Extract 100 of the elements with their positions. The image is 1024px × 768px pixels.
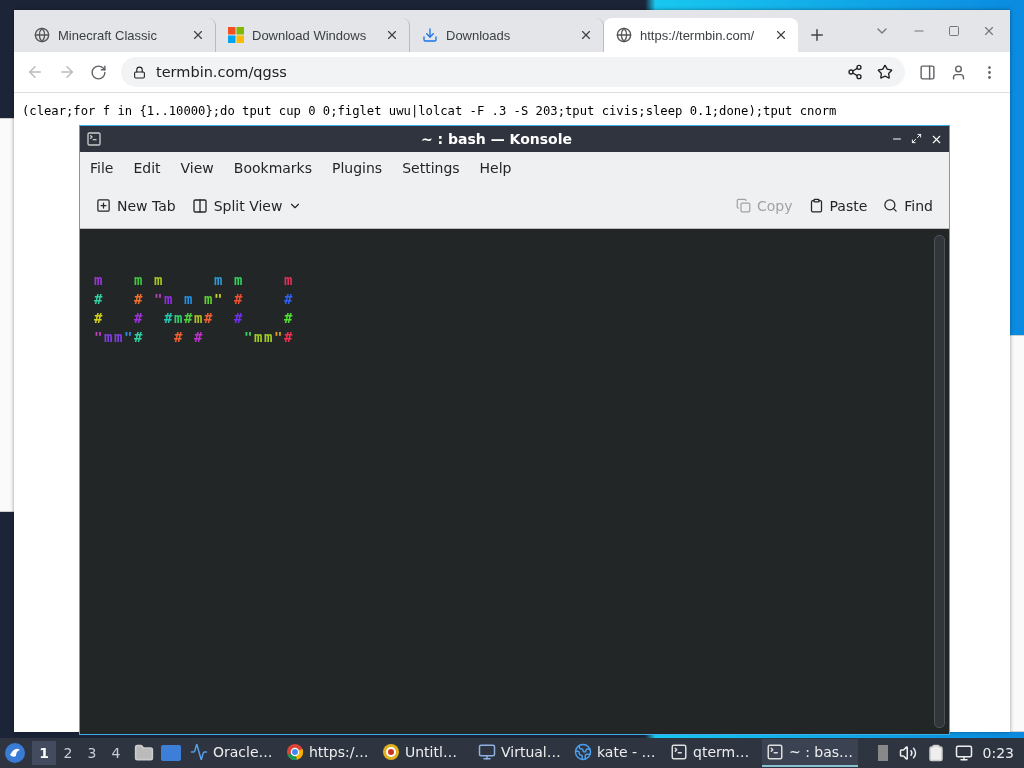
terminal-text: #: [94, 310, 104, 326]
menu-item[interactable]: Bookmarks: [225, 159, 320, 176]
menu-item[interactable]: Help: [471, 159, 520, 176]
monitor-chart-icon: [190, 743, 208, 761]
terminal-text: #: [164, 310, 174, 326]
terminal-text: ": [274, 329, 284, 345]
terminal-text: #: [284, 291, 294, 307]
terminal-text: m: [194, 310, 204, 326]
address-bar[interactable]: termbin.com/qgss: [121, 57, 905, 87]
desktop-icon[interactable]: [160, 744, 182, 762]
trash-icon[interactable]: [876, 744, 889, 762]
taskbar-button[interactable]: Untitl…: [378, 739, 474, 767]
terminal-text: #: [134, 310, 144, 326]
workspace-button[interactable]: 3: [80, 741, 104, 765]
terminal-text: m: [154, 272, 164, 288]
reload-icon[interactable]: [90, 63, 107, 81]
globe-icon: [574, 743, 592, 761]
split-view-icon: [191, 197, 208, 214]
terminal-text: #: [284, 329, 294, 345]
clock[interactable]: 0:23: [982, 745, 1014, 761]
clipboard-icon[interactable]: [926, 744, 945, 762]
workspace-button[interactable]: 2: [56, 741, 80, 765]
terminal-text: mm: [104, 329, 124, 345]
menu-item[interactable]: File: [82, 159, 122, 176]
terminal-text: ": [214, 291, 224, 307]
toolbar-button[interactable]: Find: [875, 193, 941, 218]
terminal-text: m: [164, 291, 174, 307]
windows-logo-icon: [228, 27, 244, 43]
terminal-text: m: [134, 272, 144, 288]
taskbar-button[interactable]: Virtual…: [474, 739, 570, 767]
window-title: ~ : bash — Konsole: [420, 131, 573, 147]
toolbar-button[interactable]: New Tab: [88, 193, 184, 218]
volume-icon[interactable]: [898, 744, 917, 762]
scrollbar[interactable]: [934, 235, 945, 728]
share-icon[interactable]: [847, 64, 863, 80]
terminal-text: #: [174, 329, 184, 345]
workspace-button[interactable]: 4: [104, 741, 128, 765]
terminal-text: m: [184, 291, 194, 307]
terminal-text: ": [124, 329, 134, 345]
target-icon: [382, 743, 400, 761]
terminal-text: #: [204, 310, 214, 326]
copy-icon: [736, 198, 751, 213]
close-icon[interactable]: [385, 28, 399, 42]
menu-item[interactable]: Edit: [125, 159, 169, 176]
terminal-text: m: [94, 272, 104, 288]
terminal-text: ": [94, 329, 104, 345]
menu-item[interactable]: View: [172, 159, 222, 176]
taskbar-button[interactable]: https:/…: [282, 739, 378, 767]
close-icon[interactable]: [191, 28, 205, 42]
star-icon[interactable]: [877, 64, 893, 80]
menu-item[interactable]: Plugins: [324, 159, 391, 176]
globe-icon: [34, 27, 50, 43]
terminal-text: m: [214, 272, 224, 288]
close-icon[interactable]: [579, 28, 593, 42]
terminal-text: m: [234, 272, 244, 288]
folder-icon[interactable]: [134, 743, 154, 763]
start-menu-icon[interactable]: [4, 742, 26, 764]
lock-icon: [133, 65, 146, 79]
side-panel-icon[interactable]: [919, 63, 936, 81]
terminal-text: m: [174, 310, 184, 326]
browser-tab[interactable]: Download Windows: [216, 18, 410, 52]
browser-tab[interactable]: Minecraft Classic: [22, 18, 216, 52]
search-icon: [883, 198, 899, 213]
terminal-text: #: [134, 291, 144, 307]
chrome-logo-icon: [286, 743, 304, 761]
terminal-icon: [86, 131, 102, 147]
taskbar-button[interactable]: ~ : bas…: [762, 739, 858, 767]
workspace-button[interactable]: 1: [32, 741, 56, 765]
taskbar-button[interactable]: qterm…: [666, 739, 762, 767]
taskbar-button[interactable]: kate - …: [570, 739, 666, 767]
toolbar-button[interactable]: Split View: [183, 193, 311, 218]
browser-tab[interactable]: https://termbin.com/: [604, 18, 798, 52]
clipboard-icon: [808, 198, 824, 213]
globe-icon: [616, 27, 632, 43]
terminal-text: #: [284, 310, 294, 326]
terminal-text: ": [244, 329, 254, 345]
taskbar-button[interactable]: Oracle…: [186, 739, 282, 767]
terminal-text: #: [234, 310, 244, 326]
page-text: (clear;for f in {1..10000};do tput cup 0 0;figlet uwu|lolcat -F .3 -S 203;tput civis;sleep 0.1;done);tput cnorm: [22, 104, 838, 118]
terminal-text: m: [204, 291, 214, 307]
menu-item[interactable]: Settings: [394, 159, 468, 176]
new-tab-icon: [96, 198, 111, 213]
terminal-text: ": [154, 291, 164, 307]
monitor-icon: [478, 743, 496, 761]
terminal-text: #: [234, 291, 244, 307]
close-icon[interactable]: [774, 28, 788, 42]
terminal-text: m: [284, 272, 294, 288]
terminal-icon: [766, 743, 784, 761]
terminal-text: #: [94, 291, 104, 307]
toolbar-button[interactable]: Paste: [800, 193, 876, 218]
new-tab-icon[interactable]: [808, 26, 826, 44]
network-icon[interactable]: [954, 744, 973, 762]
maximize-icon[interactable]: [911, 132, 922, 144]
terminal-text: #: [184, 310, 194, 326]
download-icon: [422, 27, 438, 43]
profile-icon[interactable]: [950, 63, 967, 81]
terminal-text: mm: [254, 329, 274, 345]
terminal-text: #: [134, 329, 144, 345]
terminal-text: #: [194, 329, 204, 345]
terminal-icon: [670, 743, 688, 761]
